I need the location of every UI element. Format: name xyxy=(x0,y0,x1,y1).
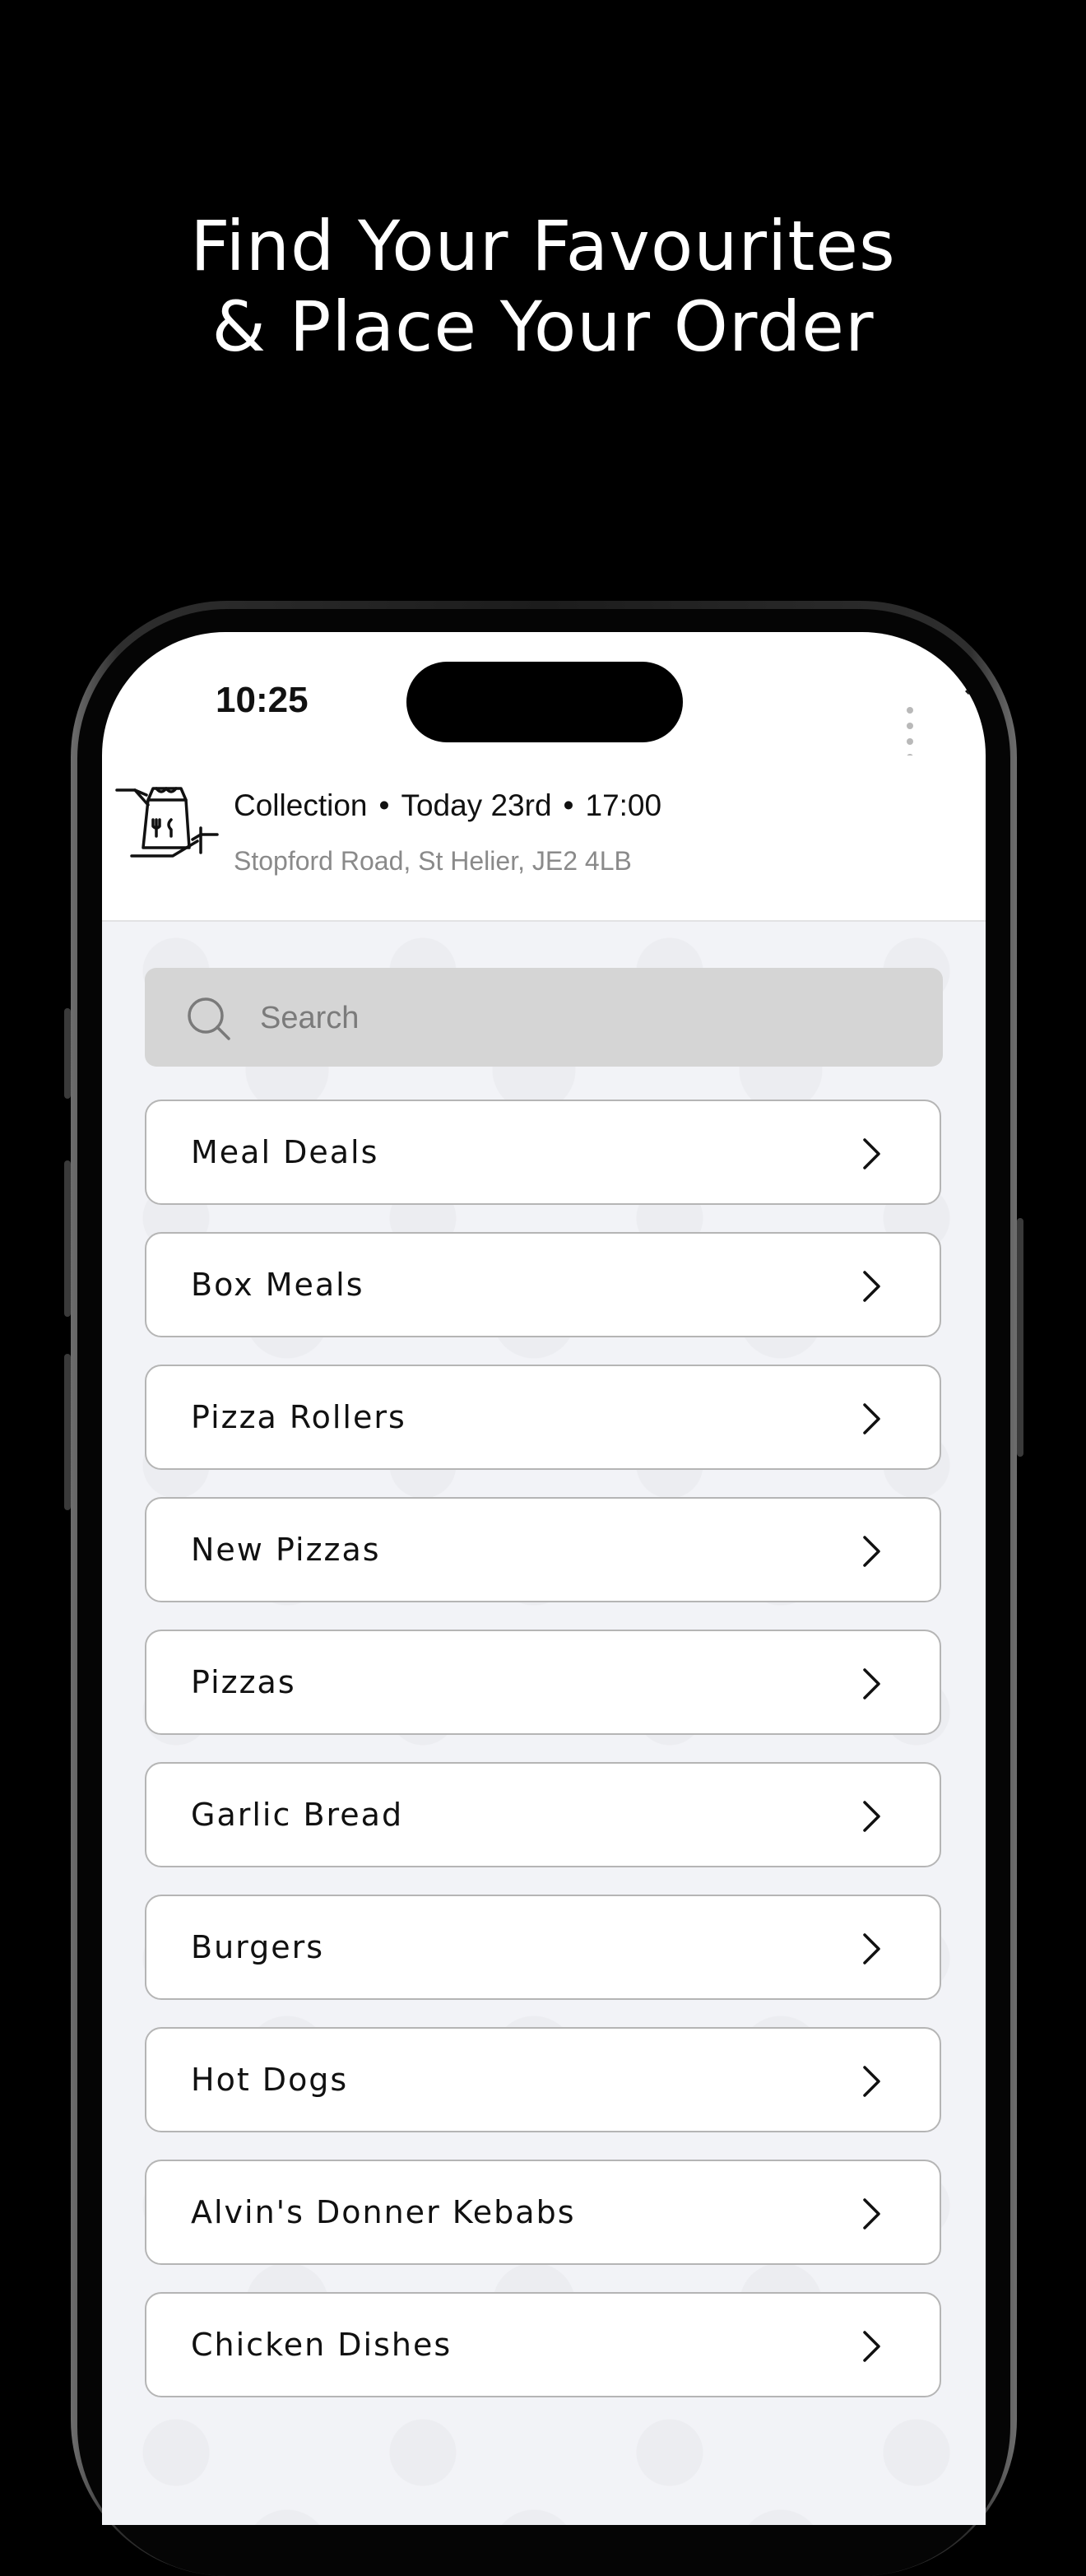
category-item[interactable]: Box Meals xyxy=(145,1232,941,1337)
search-input[interactable] xyxy=(258,968,903,1068)
category-label: Chicken Dishes xyxy=(191,2327,452,2363)
collection-summary: Collection • Today 23rd • 17:00 xyxy=(234,788,661,823)
category-item[interactable]: Hot Dogs xyxy=(145,2027,941,2132)
category-label: Garlic Bread xyxy=(191,1797,404,1833)
volume-up-button xyxy=(64,1160,71,1317)
promo-headline: Find Your Favourites & Place Your Order xyxy=(0,206,1086,367)
category-item[interactable]: Alvin's Donner Kebabs xyxy=(145,2160,941,2265)
status-time: 10:25 xyxy=(216,680,309,720)
order-date: Today 23rd xyxy=(401,788,552,822)
category-label: Alvin's Donner Kebabs xyxy=(191,2194,576,2230)
category-item[interactable]: Pizza Rollers xyxy=(145,1365,941,1470)
category-item[interactable]: Meal Deals xyxy=(145,1100,941,1205)
chevron-right-icon xyxy=(863,1801,880,1832)
category-item[interactable]: New Pizzas xyxy=(145,1497,941,1602)
volume-down-button xyxy=(64,1354,71,1510)
power-button xyxy=(1017,1218,1023,1457)
chevron-right-icon xyxy=(863,1138,880,1169)
search-bar[interactable] xyxy=(145,968,943,1068)
chevron-right-icon xyxy=(863,1271,880,1302)
chevron-right-icon xyxy=(863,2331,880,2362)
category-label: Meal Deals xyxy=(191,1134,379,1170)
category-label: Box Meals xyxy=(191,1267,364,1303)
category-label: New Pizzas xyxy=(191,1532,381,1568)
category-list: Meal Deals Box Meals Pizza Rollers New Pizz… xyxy=(145,1100,944,2425)
category-label: Pizzas xyxy=(191,1664,296,1700)
chevron-right-icon xyxy=(863,1668,880,1700)
wifi-icon xyxy=(965,684,986,709)
category-item[interactable]: Pizzas xyxy=(145,1630,941,1735)
collection-bag-icon xyxy=(115,787,219,858)
category-label: Hot Dogs xyxy=(191,2062,349,2098)
search-icon xyxy=(188,997,230,1040)
phone-screen: 10:25 Collection • Today 23rd • 17:00 St… xyxy=(102,632,986,2525)
separator-dot: • xyxy=(563,788,574,822)
category-item[interactable]: Chicken Dishes xyxy=(145,2292,941,2397)
dynamic-island xyxy=(406,662,683,742)
cellular-signal-icon xyxy=(907,701,917,764)
chevron-right-icon xyxy=(863,2198,880,2230)
chevron-right-icon xyxy=(863,1933,880,1965)
headline-line-1: Find Your Favourites xyxy=(190,206,896,286)
menu-content: Meal Deals Box Meals Pizza Rollers New Pizz… xyxy=(102,922,986,2525)
chevron-right-icon xyxy=(863,1403,880,1434)
headline-line-2: & Place Your Order xyxy=(211,286,875,367)
category-label: Pizza Rollers xyxy=(191,1399,406,1435)
order-header[interactable]: Collection • Today 23rd • 17:00 Stopford Roa… xyxy=(102,756,986,922)
chevron-right-icon xyxy=(863,2066,880,2097)
separator-dot: • xyxy=(378,788,390,822)
silent-switch xyxy=(64,1008,71,1099)
store-address: Stopford Road, St Helier, JE2 4LB xyxy=(234,846,632,876)
category-label: Burgers xyxy=(191,1929,325,1965)
order-time: 17:00 xyxy=(585,788,662,822)
category-item[interactable]: Garlic Bread xyxy=(145,1762,941,1867)
chevron-right-icon xyxy=(863,1536,880,1567)
order-mode: Collection xyxy=(234,788,368,822)
category-item[interactable]: Burgers xyxy=(145,1895,941,2000)
